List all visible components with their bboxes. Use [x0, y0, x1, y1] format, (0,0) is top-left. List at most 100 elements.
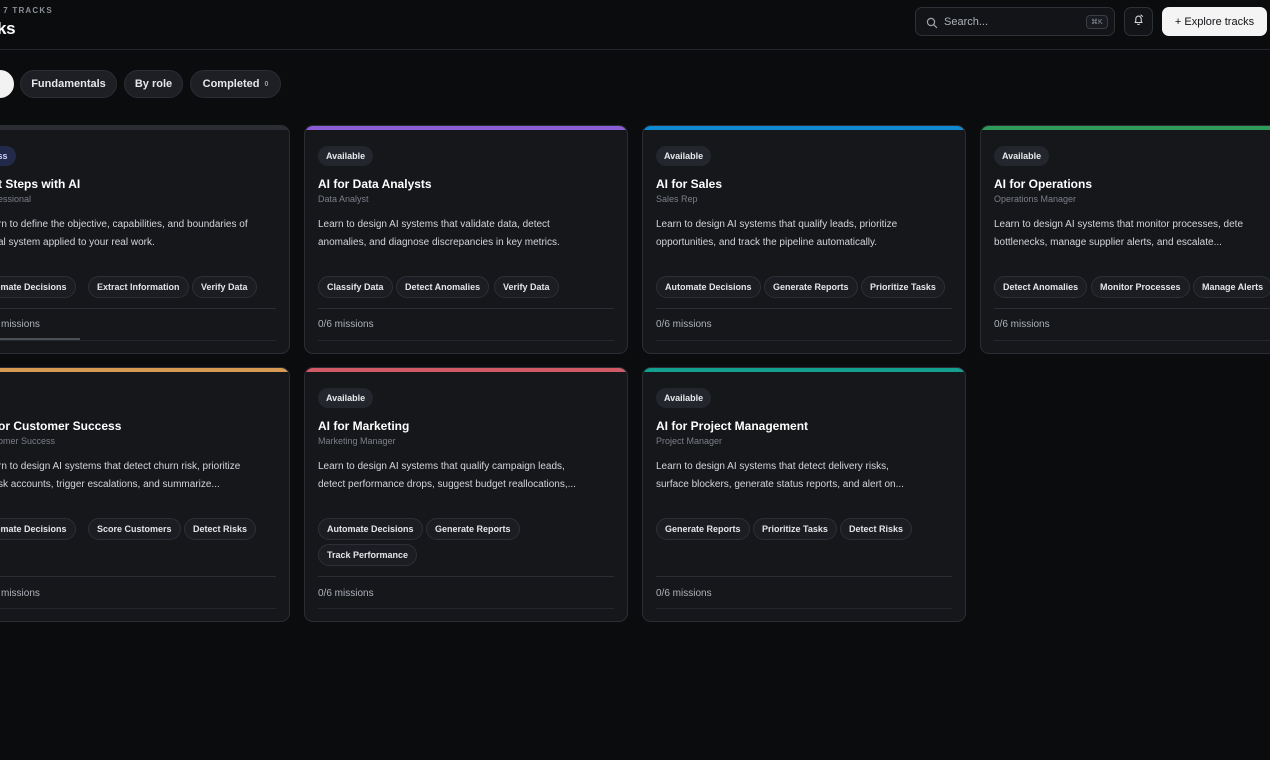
card-description: rn to define the objective, capabilities…: [0, 216, 289, 252]
card-description: Learn to design AI systems that qualify …: [656, 216, 956, 252]
skill-tag: omate Decisions: [0, 518, 76, 540]
missions-progress-text: 0/6 missions: [656, 588, 712, 599]
status-badge: Available: [656, 388, 712, 408]
card-description-line: opportunities, and track the pipeline au…: [656, 237, 878, 248]
card-accent-bar: [981, 126, 1270, 130]
filter-fundamentals-chip[interactable]: Fundamentals: [20, 70, 117, 98]
filter-by-role-chip[interactable]: By role: [124, 70, 183, 98]
card-accent-bar: [0, 368, 289, 372]
card-bottom-line: [656, 340, 952, 341]
card-accent-bar: [305, 368, 627, 372]
missions-progress-text: 0/6 missions: [318, 319, 374, 330]
card-title: AI for Sales: [656, 177, 723, 191]
card-title: AI for Marketing: [318, 419, 410, 433]
card-title: t Steps with AI: [0, 177, 81, 191]
skill-tag: Automate Decisions: [656, 276, 761, 298]
status-badge: Available: [318, 146, 374, 166]
skill-tag: omate Decisions: [0, 276, 76, 298]
card-accent-bar: [643, 126, 965, 130]
track-card-first-steps[interactable]: progress t Steps with AI essional rn to …: [0, 125, 290, 354]
card-description-line: Learn to design AI systems that validate…: [318, 219, 550, 230]
card-description: rn to design AI systems that detect chur…: [0, 458, 289, 494]
skill-tag: Generate Reports: [426, 518, 520, 540]
skill-tag: Detect Risks: [184, 518, 257, 540]
card-role: Marketing Manager: [318, 436, 396, 446]
search-icon: [926, 16, 938, 28]
card-accent-bar: [0, 126, 289, 130]
skill-tag: Detect Risks: [840, 518, 913, 540]
track-card-sales[interactable]: Available AI for Sales Sales Rep Learn t…: [642, 125, 966, 354]
skill-tag: Verify Data: [494, 276, 559, 298]
card-bottom-line: [318, 340, 614, 341]
filter-fundamentals-label: Fundamentals: [31, 78, 106, 90]
card-description-line: surface blockers, generate status report…: [656, 479, 904, 490]
card-divider: [318, 576, 614, 577]
card-title: AI for Data Analysts: [318, 177, 432, 191]
skill-tag: Score Customers: [88, 518, 181, 540]
missions-progress-text: missions: [1, 319, 40, 330]
card-description: Learn to design AI systems that monitor …: [994, 216, 1270, 252]
card-bottom-line: [656, 608, 952, 609]
track-card-marketing[interactable]: Available AI for Marketing Marketing Man…: [304, 367, 628, 622]
skill-tag: Generate Reports: [656, 518, 750, 540]
skill-tag: Prioritize Tasks: [753, 518, 837, 540]
bell-icon: [1132, 13, 1145, 31]
card-role: Operations Manager: [994, 194, 1077, 204]
track-card-operations[interactable]: Available AI for Operations Operations M…: [980, 125, 1270, 354]
card-role: Sales Rep: [656, 194, 698, 204]
skill-tag: Manage Alerts: [1193, 276, 1270, 298]
card-role: omer Success: [0, 436, 56, 446]
card-description-line: rn to define the objective, capabilities…: [0, 219, 248, 230]
skill-tag: Generate Reports: [764, 276, 858, 298]
track-card-customer-success[interactable]: ilable or Customer Success omer Success …: [0, 367, 290, 622]
skill-tag: Detect Anomalies: [396, 276, 490, 298]
card-divider: [656, 576, 952, 577]
track-card-project-management[interactable]: Available AI for Project Management Proj…: [642, 367, 966, 622]
card-title: AI for Project Management: [656, 419, 809, 433]
filter-completed-chip[interactable]: Completed 0: [190, 70, 281, 98]
card-divider: [318, 308, 614, 309]
missions-progress-text: 0/6 missions: [656, 319, 712, 330]
card-description-line: rn to design AI systems that detect chur…: [0, 461, 241, 472]
filter-all-chip[interactable]: [0, 70, 14, 98]
card-title: or Customer Success: [0, 419, 122, 433]
missions-progress-text: 0/6 missions: [994, 319, 1050, 330]
card-divider: [994, 308, 1270, 309]
skill-tag: Monitor Processes: [1091, 276, 1190, 298]
card-divider: [0, 576, 276, 577]
card-description-line: Learn to design AI systems that qualify …: [318, 461, 565, 472]
notifications-button[interactable]: [1124, 7, 1153, 36]
card-divider: [0, 308, 276, 309]
card-bottom-line: [994, 340, 1270, 341]
card-description-line: anomalies, and diagnose discrepancies in…: [318, 237, 560, 248]
status-badge: progress: [0, 146, 16, 166]
search-box[interactable]: ⌘K: [915, 7, 1115, 36]
card-role: essional: [0, 194, 32, 204]
skill-tag: Verify Data: [192, 276, 257, 298]
explore-tracks-button[interactable]: + Explore tracks: [1162, 7, 1267, 36]
card-description: Learn to design AI systems that qualify …: [318, 458, 618, 494]
card-accent-bar: [643, 368, 965, 372]
card-description-line: Learn to design AI systems that qualify …: [656, 219, 898, 230]
search-shortcut-hint: ⌘K: [1086, 14, 1108, 29]
card-accent-bar: [305, 126, 627, 130]
skill-tag: Extract Information: [88, 276, 189, 298]
status-badge: Available: [318, 388, 374, 408]
card-description-line: bottlenecks, manage supplier alerts, and…: [994, 237, 1222, 248]
filter-completed-label: Completed: [202, 78, 260, 90]
card-bottom-line: [0, 608, 276, 609]
search-input[interactable]: [944, 15, 1086, 28]
card-description-line: al system applied to your real work.: [0, 237, 155, 248]
page-title: ks: [0, 19, 16, 38]
skill-tag: Detect Anomalies: [994, 276, 1088, 298]
skill-tag: Automate Decisions: [318, 518, 423, 540]
card-description-line: detect performance drops, suggest budget…: [318, 479, 576, 490]
card-description-line: sk accounts, trigger escalations, and su…: [0, 479, 220, 490]
missions-progress-text: missions: [1, 588, 40, 599]
top-header: · 7 TRACKS ks ⌘K + Explore tracks: [0, 0, 1270, 50]
missions-progress-text: 0/6 missions: [318, 588, 374, 599]
card-role: Data Analyst: [318, 194, 369, 204]
status-badge: Available: [994, 146, 1050, 166]
card-bottom-line: [318, 608, 614, 609]
track-card-data-analysts[interactable]: Available AI for Data Analysts Data Anal…: [304, 125, 628, 354]
